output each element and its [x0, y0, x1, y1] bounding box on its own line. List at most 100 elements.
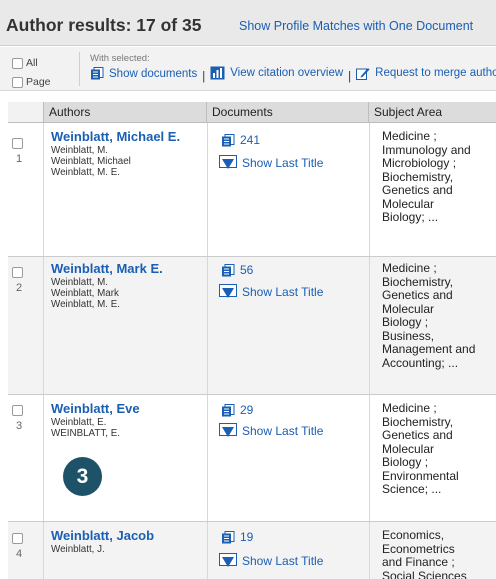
- document-count: 56: [240, 263, 254, 277]
- show-last-title-link[interactable]: Show Last Title: [219, 155, 323, 170]
- show-profile-matches-link[interactable]: Show Profile Matches with One Document: [239, 19, 473, 33]
- subject-area-line: Genetics and: [382, 428, 453, 442]
- documents-icon: [222, 530, 235, 543]
- subject-area-cell: Medicine ; Biochemistry, Genetics and Mo…: [382, 402, 496, 497]
- show-last-title-link[interactable]: Show Last Title: [219, 284, 323, 299]
- select-all-label: All: [26, 57, 38, 69]
- selection-toolbar: All Page With selected: Show documents |…: [0, 47, 496, 91]
- subject-area-line: Accounting; ...: [382, 355, 459, 370]
- header-divider: [8, 122, 496, 123]
- subject-area-line: Genetics and: [382, 288, 453, 302]
- subject-area-line: Biology; ...: [382, 210, 439, 224]
- author-name-variant: Weinblatt, J.: [51, 544, 105, 555]
- view-citation-overview-button[interactable]: View citation overview: [210, 66, 343, 80]
- subject-area-line: Microbiology ;: [382, 156, 457, 170]
- show-last-title-label: Show Last Title: [242, 284, 324, 299]
- row-number: 3: [16, 420, 23, 432]
- author-name-link[interactable]: Weinblatt, Jacob: [51, 528, 154, 543]
- subject-area-line: Medicine ;: [382, 130, 437, 143]
- row-divider: [8, 256, 496, 257]
- results-header: Author results: 17 of 35 Show Profile Ma…: [0, 0, 496, 46]
- row-checkbox[interactable]: [12, 533, 23, 544]
- subject-area-cell: Medicine ; Biochemistry, Genetics and Mo…: [382, 262, 496, 370]
- documents-icon: [222, 403, 235, 416]
- author-name-variant: Weinblatt, M. E.: [51, 167, 120, 178]
- row-divider: [8, 394, 496, 395]
- row-divider: [8, 521, 496, 522]
- subject-area-line: Medicine ;: [382, 262, 437, 275]
- show-last-title-link[interactable]: Show Last Title: [219, 553, 323, 568]
- author-name-variant: Weinblatt, E.: [51, 417, 107, 428]
- author-name-variant: Weinblatt, M.: [51, 145, 108, 156]
- down-arrow-box-icon: [219, 553, 237, 567]
- author-name-link[interactable]: Weinblatt, Mark E.: [51, 261, 163, 276]
- view-citation-overview-label: View citation overview: [230, 67, 344, 79]
- subject-area-line: Biology ;: [382, 455, 429, 469]
- subject-area-line: Biochemistry,: [382, 414, 454, 429]
- subject-area-cell: Economics, Econometrics and Finance ; So…: [382, 529, 496, 579]
- document-count-link[interactable]: 56: [221, 263, 253, 277]
- request-to-merge-button[interactable]: Request to merge authors: [356, 66, 496, 80]
- subject-area-line: Business,: [382, 328, 435, 343]
- row-checkbox[interactable]: [12, 267, 23, 278]
- select-page-checkbox[interactable]: [12, 76, 23, 88]
- document-count-link[interactable]: 241: [221, 133, 260, 147]
- document-count: 19: [240, 530, 254, 544]
- subject-area-line: Econometrics: [382, 541, 455, 556]
- author-name-variant: Weinblatt, Mark: [51, 288, 119, 299]
- author-name-link[interactable]: Weinblatt, Eve: [51, 401, 140, 416]
- document-count: 29: [240, 403, 254, 417]
- checkbox-column-header: [8, 102, 43, 122]
- row-number: 2: [16, 282, 23, 294]
- column-header-authors[interactable]: Authors: [43, 102, 207, 122]
- request-to-merge-label: Request to merge authors: [375, 67, 496, 79]
- author-name-variant: Weinblatt, M.: [51, 277, 108, 288]
- subject-area-line: Molecular: [382, 301, 435, 316]
- subject-area-line: Management and: [382, 342, 476, 356]
- author-name-variant: Weinblatt, M. E.: [51, 299, 120, 310]
- bar-chart-icon: [210, 66, 225, 80]
- document-count-link[interactable]: 19: [221, 530, 253, 544]
- results-title: Author results: 17 of 35: [6, 15, 202, 35]
- row-checkbox[interactable]: [12, 405, 23, 416]
- subject-area-line: Science; ...: [382, 482, 442, 496]
- row-checkbox[interactable]: [12, 138, 23, 149]
- documents-icon: [91, 67, 104, 80]
- show-documents-label: Show documents: [109, 67, 198, 80]
- subject-area-line: Genetics and: [382, 183, 453, 197]
- documents-icon: [222, 133, 235, 146]
- down-arrow-box-icon: [219, 284, 237, 298]
- row-number: 1: [16, 153, 23, 165]
- subject-area-line: Molecular: [382, 441, 435, 456]
- subject-area-line: and Finance ;: [382, 555, 455, 569]
- pencil-icon: [356, 68, 370, 80]
- toolbar-separator: |: [202, 71, 206, 83]
- subject-area-line: Molecular: [382, 196, 435, 211]
- author-name-variant: WEINBLATT, E.: [51, 428, 120, 439]
- subject-area-line: Immunology and: [382, 142, 471, 157]
- step-number-badge: 3: [63, 457, 102, 496]
- show-last-title-label: Show Last Title: [242, 423, 324, 438]
- select-page-option[interactable]: Page: [12, 76, 51, 88]
- toolbar-separator: |: [348, 71, 352, 83]
- document-count-link[interactable]: 29: [221, 403, 253, 417]
- show-documents-button[interactable]: Show documents: [90, 67, 197, 80]
- author-name-link[interactable]: Weinblatt, Michael E.: [51, 129, 180, 144]
- subject-area-line: Biology ;: [382, 315, 429, 329]
- column-divider: [207, 123, 208, 579]
- subject-area-line: Medicine ;: [382, 402, 437, 415]
- select-all-option[interactable]: All: [12, 57, 38, 69]
- column-divider: [369, 123, 370, 579]
- show-last-title-link[interactable]: Show Last Title: [219, 423, 323, 438]
- column-header-documents[interactable]: Documents: [207, 102, 369, 122]
- with-selected-label: With selected:: [90, 53, 150, 64]
- subject-area-line: Environmental: [382, 468, 459, 483]
- row-number: 4: [16, 548, 23, 560]
- subject-area-line: Social Sciences: [382, 568, 467, 579]
- subject-area-cell: Medicine ; Immunology and Microbiology ;…: [382, 130, 496, 225]
- select-all-checkbox[interactable]: [12, 57, 23, 69]
- column-divider: [43, 123, 44, 579]
- subject-area-line: Economics,: [382, 529, 445, 542]
- toolbar-actions: Show documents | View citation overview …: [90, 66, 496, 83]
- column-header-subject-area[interactable]: Subject Area: [369, 102, 496, 122]
